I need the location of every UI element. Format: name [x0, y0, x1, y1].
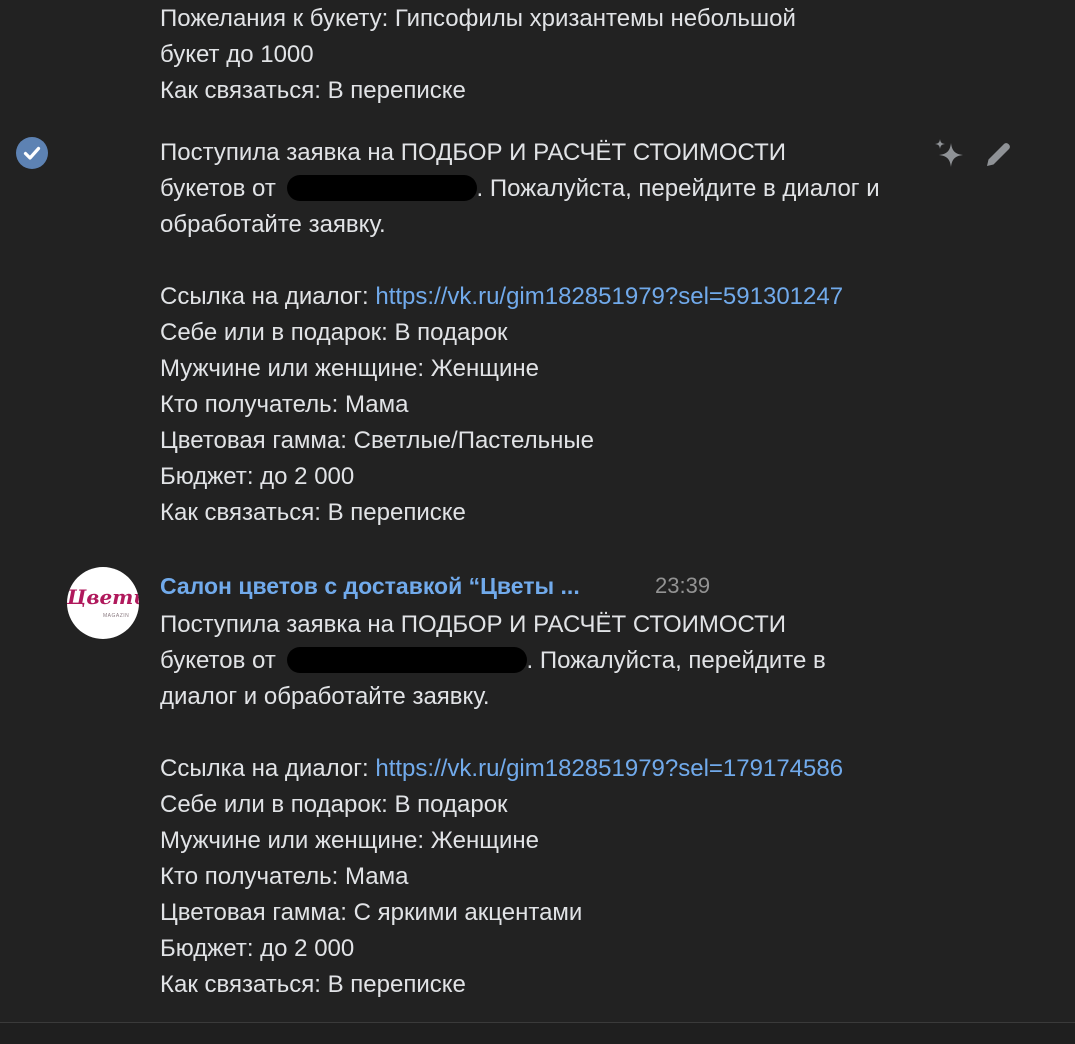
message-1-line-2-prefix: букетов от [160, 175, 276, 202]
message-1-line-2-suffix: . Пожалуйста, перейдите в диалог и [476, 175, 880, 202]
recipient-line: Кто получатель: Мама [160, 391, 409, 418]
gender-line: Мужчине или женщине: Женщине [160, 827, 539, 854]
message-1-line-2: букетов от . Пожалуйста, перейдите в диа… [160, 171, 880, 207]
check-circle-icon[interactable] [16, 137, 48, 169]
author-name[interactable]: Салон цветов с доставкой “Цветы ... [160, 569, 580, 603]
dialog-link[interactable]: https://vk.ru/gim182851979?sel=179174586 [375, 755, 843, 782]
avatar-logo-text: Цветы [67, 585, 139, 609]
message-2-line-1: Поступила заявка на ПОДБОР И РАСЧЁТ СТОИ… [160, 611, 786, 638]
color-line: Цветовая гамма: С яркими акцентами [160, 899, 583, 926]
message-1-link-line: Ссылка на диалог: https://vk.ru/gim18285… [160, 279, 843, 315]
avatar-logo-subtext: MAGAZIN [103, 613, 130, 619]
redacted-name [286, 175, 477, 201]
avatar[interactable]: Цветы MAGAZIN [67, 567, 139, 639]
message-2-line-2-prefix: букетов от [160, 647, 276, 674]
message-2-link-line: Ссылка на диалог: https://vk.ru/gim18285… [160, 751, 843, 787]
recipient-line: Кто получатель: Мама [160, 863, 409, 890]
message-1-line-1: Поступила заявка на ПОДБОР И РАСЧЁТ СТОИ… [160, 139, 786, 166]
message-2-line-3: диалог и обработайте заявку. [160, 683, 490, 710]
budget-line: Бюджет: до 2 000 [160, 463, 355, 490]
link-label: Ссылка на диалог: [160, 283, 376, 310]
message-2-line-2-suffix: . Пожалуйста, перейдите в [526, 647, 826, 674]
wishes-line: Пожелания к букету: Гипсофилы хризантемы… [160, 5, 796, 32]
sparkles-icon[interactable] [931, 135, 969, 173]
redacted-name [286, 647, 527, 673]
color-line: Цветовая гамма: Светлые/Пастельные [160, 427, 594, 454]
contact-line: Как связаться: В переписке [160, 971, 466, 998]
gift-line: Себе или в подарок: В подарок [160, 791, 508, 818]
message-time[interactable]: 23:39 [655, 569, 710, 603]
gender-line: Мужчине или женщине: Женщине [160, 355, 539, 382]
wishes-line-cont: букет до 1000 [160, 41, 314, 68]
link-label: Ссылка на диалог: [160, 755, 376, 782]
composer-area [0, 1023, 1075, 1044]
contact-line: Как связаться: В переписке [160, 77, 466, 104]
message-2-line-2: букетов от . Пожалуйста, перейдите в [160, 643, 826, 679]
message-1-line-3: обработайте заявку. [160, 211, 386, 238]
dialog-link[interactable]: https://vk.ru/gim182851979?sel=591301247 [375, 283, 843, 310]
gift-line: Себе или в подарок: В подарок [160, 319, 508, 346]
contact-line: Как связаться: В переписке [160, 499, 466, 526]
pencil-icon[interactable] [980, 135, 1018, 173]
budget-line: Бюджет: до 2 000 [160, 935, 355, 962]
